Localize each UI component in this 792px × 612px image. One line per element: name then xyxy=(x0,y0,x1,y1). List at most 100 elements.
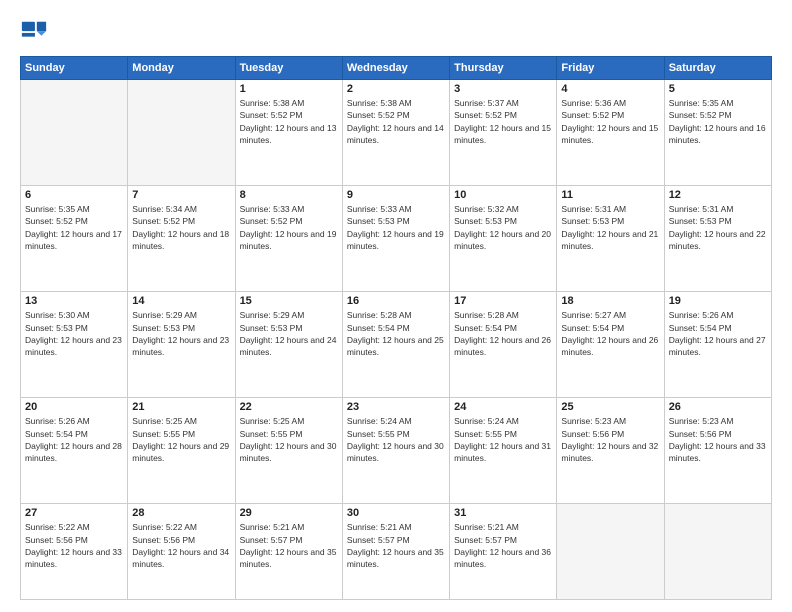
calendar-cell: 3 Sunrise: 5:37 AM Sunset: 5:52 PM Daylig… xyxy=(450,80,557,186)
calendar-cell: 20 Sunrise: 5:26 AM Sunset: 5:54 PM Dayli… xyxy=(21,398,128,504)
day-info: Sunrise: 5:28 AM Sunset: 5:54 PM Dayligh… xyxy=(347,309,445,358)
day-info: Sunrise: 5:26 AM Sunset: 5:54 PM Dayligh… xyxy=(669,309,767,358)
day-info: Sunrise: 5:21 AM Sunset: 5:57 PM Dayligh… xyxy=(454,521,552,570)
day-info: Sunrise: 5:21 AM Sunset: 5:57 PM Dayligh… xyxy=(347,521,445,570)
day-info: Sunrise: 5:28 AM Sunset: 5:54 PM Dayligh… xyxy=(454,309,552,358)
day-number: 20 xyxy=(25,401,123,413)
calendar-cell: 31 Sunrise: 5:21 AM Sunset: 5:57 PM Dayli… xyxy=(450,504,557,600)
calendar-cell: 22 Sunrise: 5:25 AM Sunset: 5:55 PM Dayli… xyxy=(235,398,342,504)
calendar-cell xyxy=(557,504,664,600)
calendar-cell: 4Sunrise: 5:36 AM Sunset: 5:52 PM Daylig… xyxy=(557,80,664,186)
calendar-cell: 30 Sunrise: 5:21 AM Sunset: 5:57 PM Dayli… xyxy=(342,504,449,600)
calendar-cell: 24 Sunrise: 5:24 AM Sunset: 5:55 PM Dayli… xyxy=(450,398,557,504)
day-info: Sunrise: 5:26 AM Sunset: 5:54 PM Dayligh… xyxy=(25,415,123,464)
day-info: Sunrise: 5:21 AM Sunset: 5:57 PM Dayligh… xyxy=(240,521,338,570)
day-info: Sunrise: 5:38 AM Sunset: 5:52 PM Dayligh… xyxy=(240,97,338,146)
calendar-cell: 28 Sunrise: 5:22 AM Sunset: 5:56 PM Dayli… xyxy=(128,504,235,600)
day-number: 21 xyxy=(132,401,230,413)
day-number: 3 xyxy=(454,83,552,95)
calendar-cell: 15Sunrise: 5:29 AM Sunset: 5:53 PM Dayli… xyxy=(235,292,342,398)
day-number: 28 xyxy=(132,507,230,519)
week-row-1: 1 Sunrise: 5:38 AM Sunset: 5:52 PM Daylig… xyxy=(21,80,772,186)
day-info: Sunrise: 5:27 AM Sunset: 5:54 PM Dayligh… xyxy=(561,309,659,358)
day-info: Sunrise: 5:35 AM Sunset: 5:52 PM Dayligh… xyxy=(25,203,123,252)
day-number: 18 xyxy=(561,295,659,307)
day-info: Sunrise: 5:22 AM Sunset: 5:56 PM Dayligh… xyxy=(132,521,230,570)
day-info: Sunrise: 5:22 AM Sunset: 5:56 PM Dayligh… xyxy=(25,521,123,570)
calendar-cell: 19 Sunrise: 5:26 AM Sunset: 5:54 PM Dayli… xyxy=(664,292,771,398)
calendar-cell: 9 Sunrise: 5:33 AM Sunset: 5:53 PM Daylig… xyxy=(342,186,449,292)
day-info: Sunrise: 5:30 AM Sunset: 5:53 PM Dayligh… xyxy=(25,309,123,358)
weekday-header-saturday: Saturday xyxy=(664,57,771,80)
day-number: 29 xyxy=(240,507,338,519)
day-number: 10 xyxy=(454,189,552,201)
week-row-4: 20 Sunrise: 5:26 AM Sunset: 5:54 PM Dayli… xyxy=(21,398,772,504)
day-number: 26 xyxy=(669,401,767,413)
calendar-cell: 25 Sunrise: 5:23 AM Sunset: 5:56 PM Dayli… xyxy=(557,398,664,504)
weekday-header-tuesday: Tuesday xyxy=(235,57,342,80)
day-info: Sunrise: 5:25 AM Sunset: 5:55 PM Dayligh… xyxy=(240,415,338,464)
calendar-cell: 11Sunrise: 5:31 AM Sunset: 5:53 PM Dayli… xyxy=(557,186,664,292)
day-number: 14 xyxy=(132,295,230,307)
day-info: Sunrise: 5:38 AM Sunset: 5:52 PM Dayligh… xyxy=(347,97,445,146)
calendar-cell xyxy=(21,80,128,186)
calendar-cell: 26Sunrise: 5:23 AM Sunset: 5:56 PM Dayli… xyxy=(664,398,771,504)
day-number: 9 xyxy=(347,189,445,201)
day-number: 6 xyxy=(25,189,123,201)
day-number: 25 xyxy=(561,401,659,413)
day-info: Sunrise: 5:35 AM Sunset: 5:52 PM Dayligh… xyxy=(669,97,767,146)
day-info: Sunrise: 5:31 AM Sunset: 5:53 PM Dayligh… xyxy=(561,203,659,252)
day-number: 19 xyxy=(669,295,767,307)
week-row-2: 6 Sunrise: 5:35 AM Sunset: 5:52 PM Daylig… xyxy=(21,186,772,292)
calendar-cell: 17 Sunrise: 5:28 AM Sunset: 5:54 PM Dayli… xyxy=(450,292,557,398)
calendar-cell: 18 Sunrise: 5:27 AM Sunset: 5:54 PM Dayli… xyxy=(557,292,664,398)
day-number: 7 xyxy=(132,189,230,201)
calendar-cell: 1 Sunrise: 5:38 AM Sunset: 5:52 PM Daylig… xyxy=(235,80,342,186)
day-info: Sunrise: 5:33 AM Sunset: 5:53 PM Dayligh… xyxy=(347,203,445,252)
day-number: 23 xyxy=(347,401,445,413)
day-info: Sunrise: 5:34 AM Sunset: 5:52 PM Dayligh… xyxy=(132,203,230,252)
calendar-cell: 6 Sunrise: 5:35 AM Sunset: 5:52 PM Daylig… xyxy=(21,186,128,292)
day-info: Sunrise: 5:32 AM Sunset: 5:53 PM Dayligh… xyxy=(454,203,552,252)
day-number: 1 xyxy=(240,83,338,95)
calendar-cell: 8Sunrise: 5:33 AM Sunset: 5:52 PM Daylig… xyxy=(235,186,342,292)
day-number: 12 xyxy=(669,189,767,201)
day-number: 2 xyxy=(347,83,445,95)
day-info: Sunrise: 5:29 AM Sunset: 5:53 PM Dayligh… xyxy=(132,309,230,358)
calendar-cell: 27Sunrise: 5:22 AM Sunset: 5:56 PM Dayli… xyxy=(21,504,128,600)
day-number: 24 xyxy=(454,401,552,413)
calendar-cell: 13 Sunrise: 5:30 AM Sunset: 5:53 PM Dayli… xyxy=(21,292,128,398)
weekday-header-monday: Monday xyxy=(128,57,235,80)
day-number: 8 xyxy=(240,189,338,201)
calendar-cell: 29 Sunrise: 5:21 AM Sunset: 5:57 PM Dayli… xyxy=(235,504,342,600)
day-info: Sunrise: 5:23 AM Sunset: 5:56 PM Dayligh… xyxy=(561,415,659,464)
day-info: Sunrise: 5:31 AM Sunset: 5:53 PM Dayligh… xyxy=(669,203,767,252)
weekday-header-wednesday: Wednesday xyxy=(342,57,449,80)
day-info: Sunrise: 5:25 AM Sunset: 5:55 PM Dayligh… xyxy=(132,415,230,464)
weekday-header-row: SundayMondayTuesdayWednesdayThursdayFrid… xyxy=(21,57,772,80)
day-number: 22 xyxy=(240,401,338,413)
day-number: 13 xyxy=(25,295,123,307)
day-info: Sunrise: 5:24 AM Sunset: 5:55 PM Dayligh… xyxy=(347,415,445,464)
calendar-table: SundayMondayTuesdayWednesdayThursdayFrid… xyxy=(20,56,772,600)
calendar-cell: 2 Sunrise: 5:38 AM Sunset: 5:52 PM Daylig… xyxy=(342,80,449,186)
day-info: Sunrise: 5:29 AM Sunset: 5:53 PM Dayligh… xyxy=(240,309,338,358)
header xyxy=(20,18,772,46)
page: SundayMondayTuesdayWednesdayThursdayFrid… xyxy=(0,0,792,612)
calendar-cell: 7 Sunrise: 5:34 AM Sunset: 5:52 PM Daylig… xyxy=(128,186,235,292)
day-info: Sunrise: 5:24 AM Sunset: 5:55 PM Dayligh… xyxy=(454,415,552,464)
weekday-header-sunday: Sunday xyxy=(21,57,128,80)
calendar-cell: 14 Sunrise: 5:29 AM Sunset: 5:53 PM Dayli… xyxy=(128,292,235,398)
week-row-5: 27Sunrise: 5:22 AM Sunset: 5:56 PM Dayli… xyxy=(21,504,772,600)
day-number: 30 xyxy=(347,507,445,519)
calendar-cell: 5Sunrise: 5:35 AM Sunset: 5:52 PM Daylig… xyxy=(664,80,771,186)
logo xyxy=(20,18,52,46)
calendar-cell: 21 Sunrise: 5:25 AM Sunset: 5:55 PM Dayli… xyxy=(128,398,235,504)
day-number: 17 xyxy=(454,295,552,307)
day-number: 31 xyxy=(454,507,552,519)
weekday-header-thursday: Thursday xyxy=(450,57,557,80)
logo-icon xyxy=(20,18,48,46)
calendar-cell xyxy=(664,504,771,600)
day-info: Sunrise: 5:37 AM Sunset: 5:52 PM Dayligh… xyxy=(454,97,552,146)
calendar-cell: 16Sunrise: 5:28 AM Sunset: 5:54 PM Dayli… xyxy=(342,292,449,398)
